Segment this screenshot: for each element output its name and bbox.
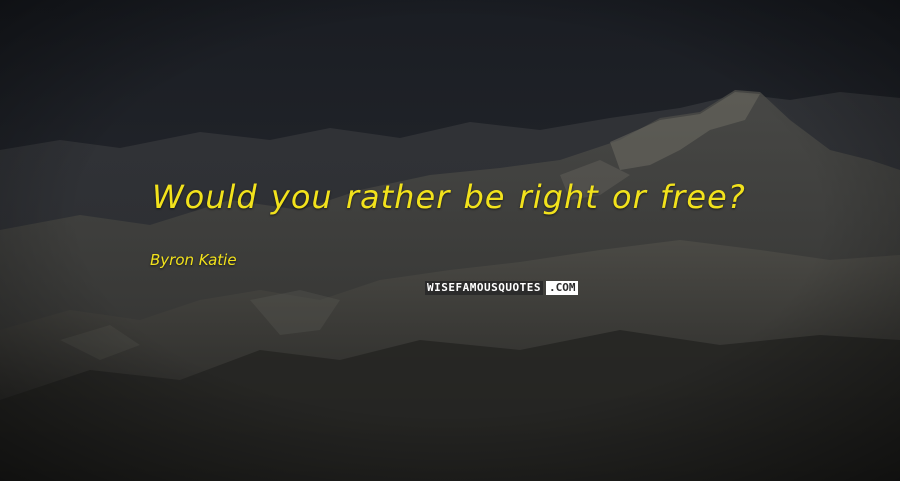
watermark-logo: WISEFAMOUSQUOTES .COM — [425, 281, 620, 295]
watermark-brand: WISEFAMOUSQUOTES — [425, 281, 543, 295]
author-name: Byron Katie — [150, 251, 237, 269]
mountain-range-photo — [0, 0, 900, 481]
watermark-tld: .COM — [545, 281, 579, 295]
quote-text: Would you rather be right or free? — [152, 178, 746, 216]
quote-card: Would you rather be right or free? Byron… — [0, 0, 900, 481]
